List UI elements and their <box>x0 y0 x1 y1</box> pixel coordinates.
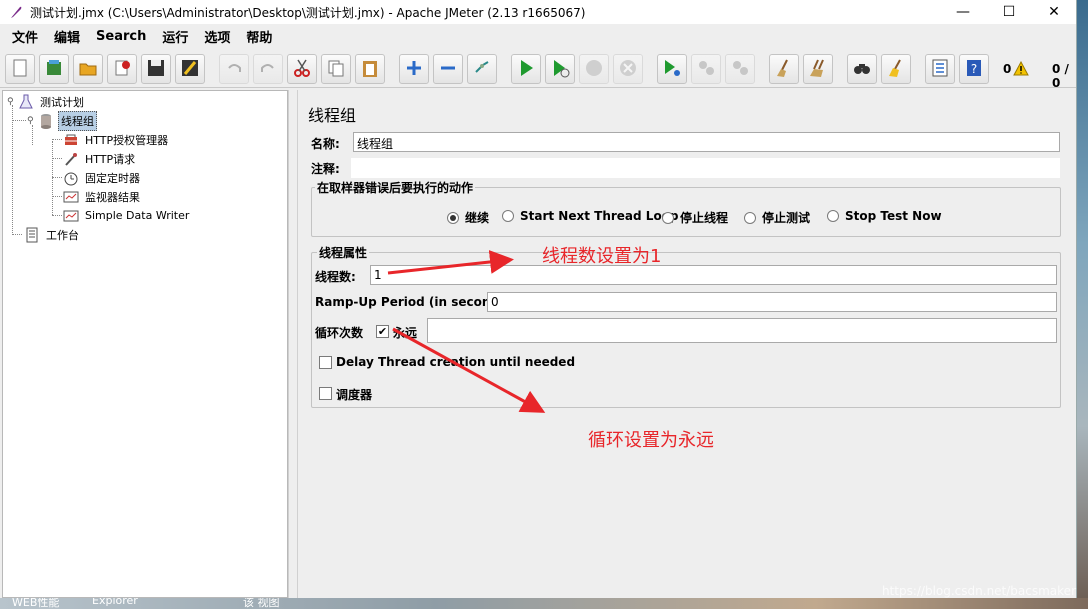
desktop-background <box>1077 0 1088 609</box>
arrow-to-threads-field <box>387 250 514 275</box>
taskbar: WEB性能 Explorer 该 视图 <box>0 598 1088 609</box>
watermark: https://blog.csdn.net/bacsmaker <box>881 584 1076 598</box>
taskbar-item[interactable]: Explorer <box>92 598 138 607</box>
threads-annotation: 线程数设置为1 <box>542 246 662 267</box>
arrow-to-loop-note <box>392 327 546 413</box>
jmeter-window: 测试计划.jmx (C:\Users\Administrator\Desktop… <box>0 0 1077 598</box>
loop-annotation: 循环设置为永远 <box>588 430 714 451</box>
taskbar-item[interactable]: 该 视图 <box>243 598 280 609</box>
annotation-arrows <box>387 250 546 413</box>
taskbar-item[interactable]: WEB性能 <box>12 598 59 609</box>
